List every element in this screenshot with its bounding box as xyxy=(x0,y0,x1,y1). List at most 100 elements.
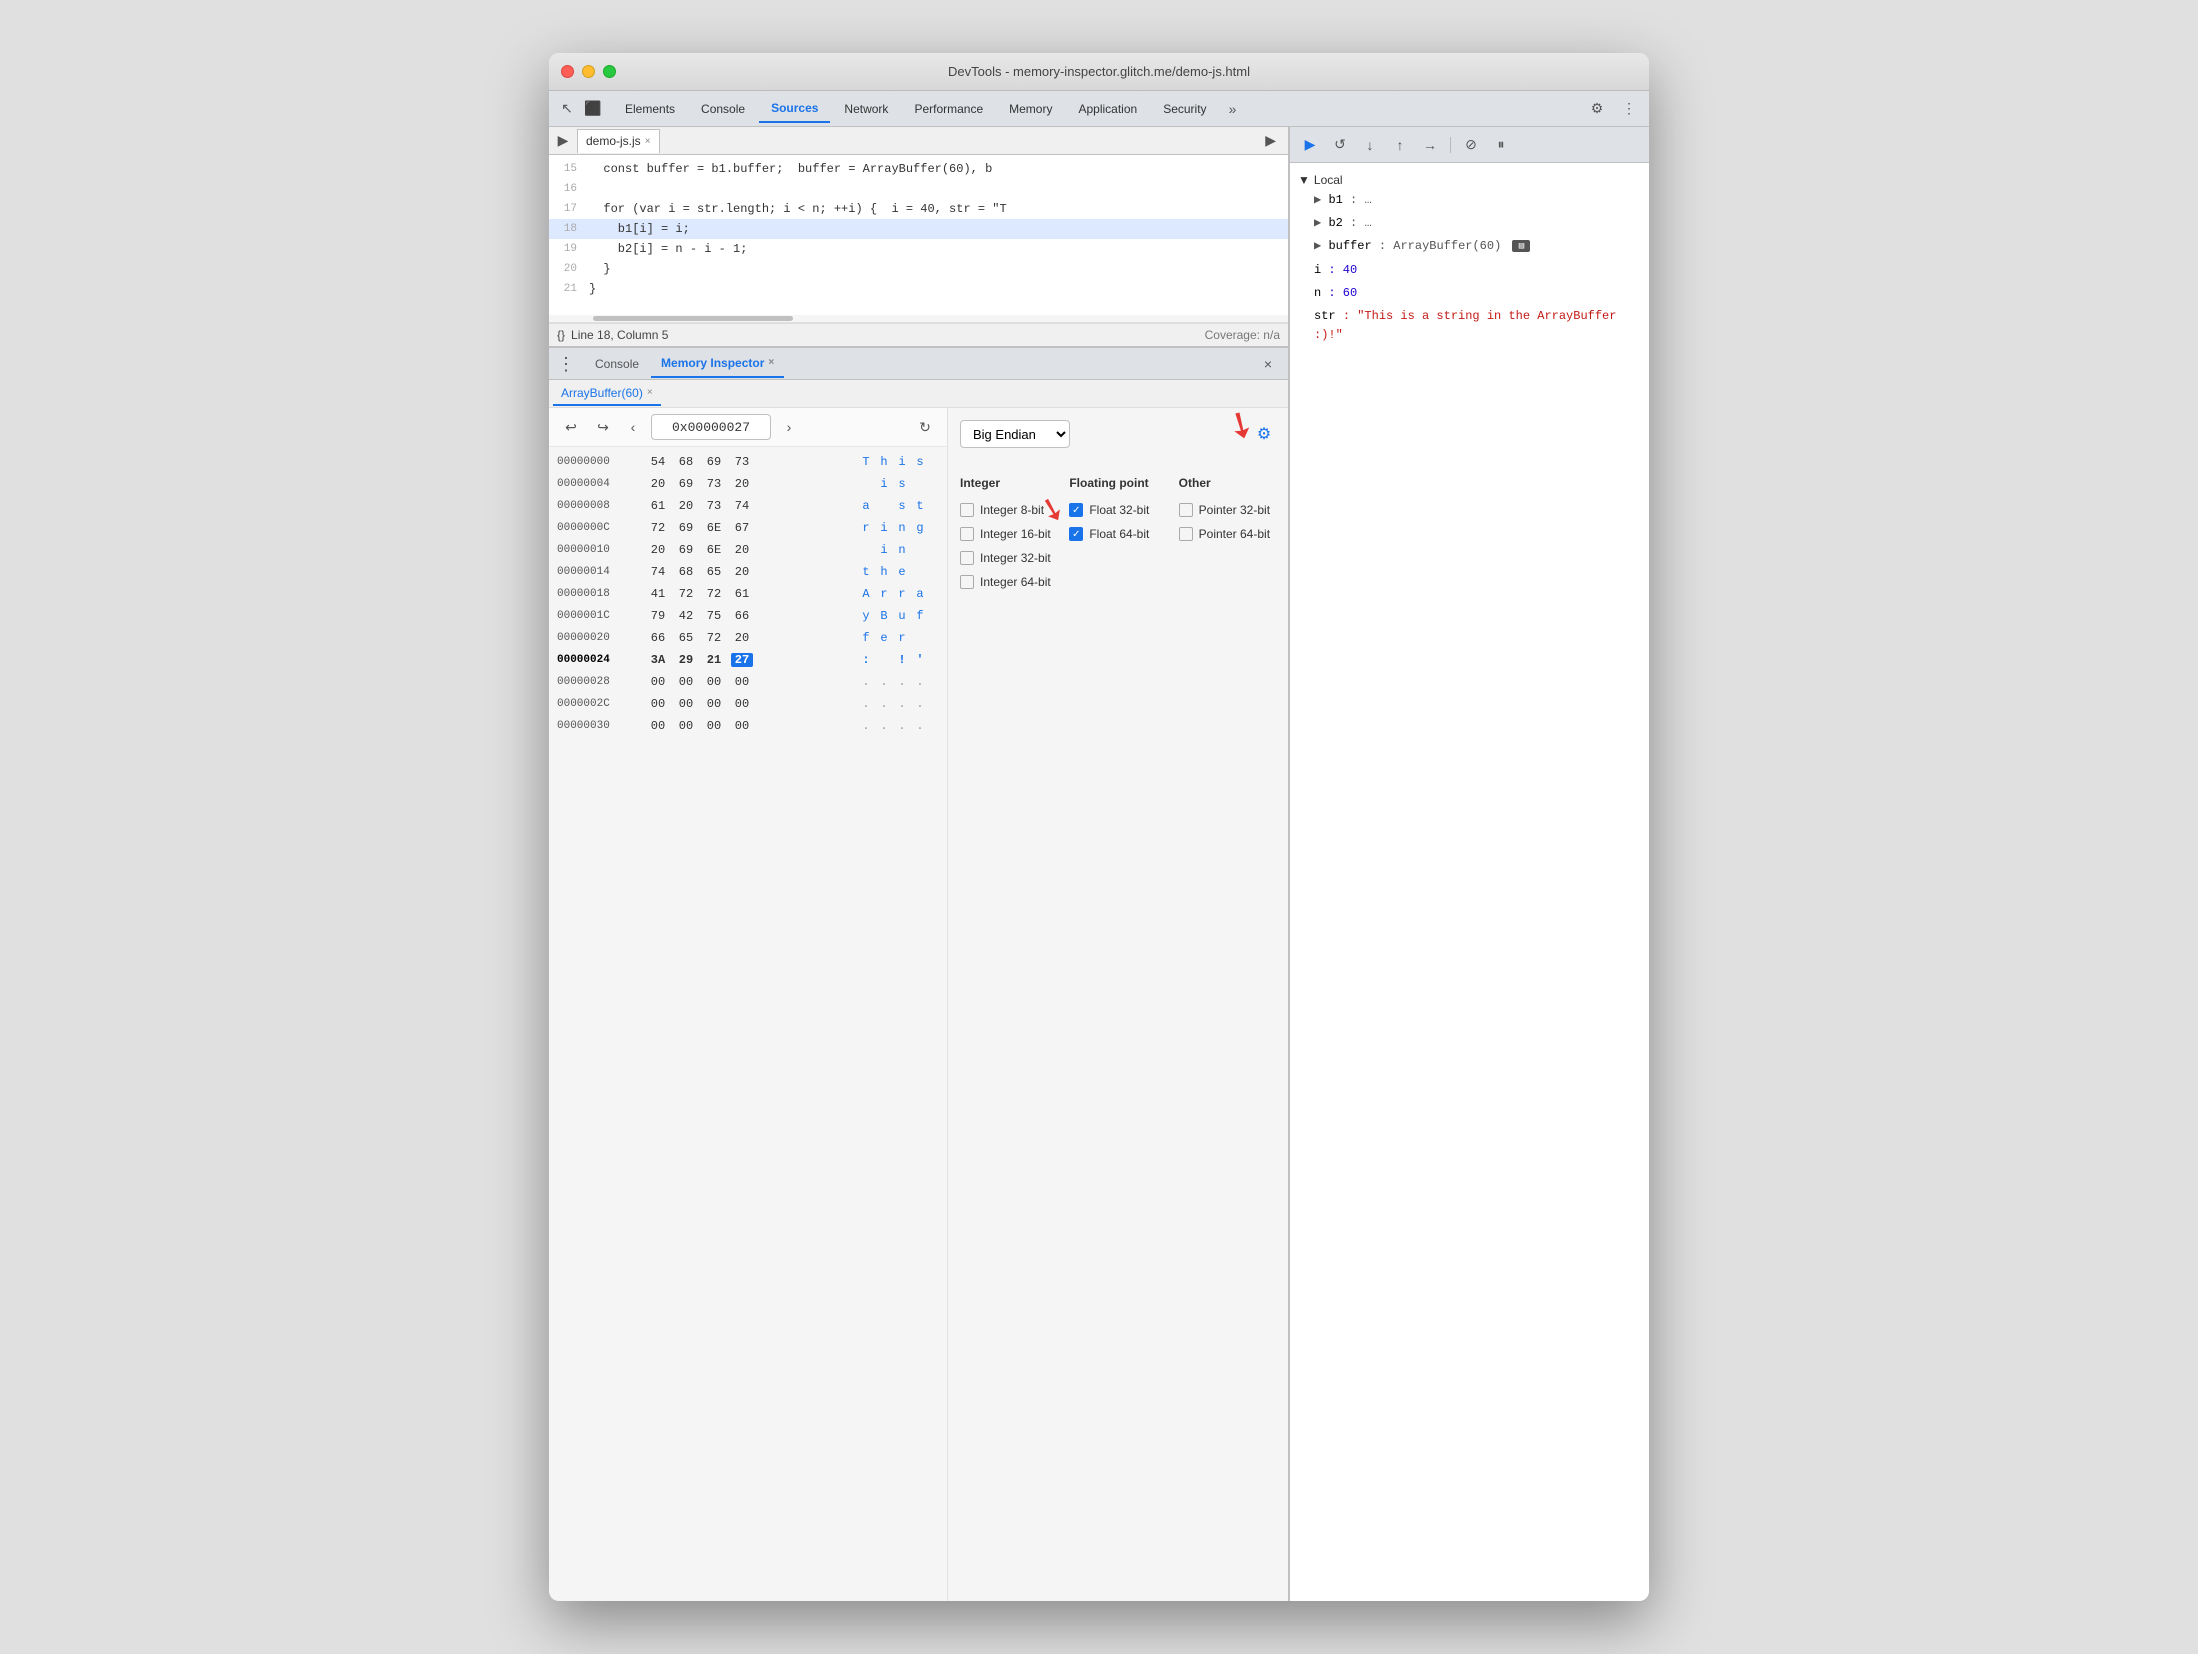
hex-byte[interactable]: 74 xyxy=(647,565,669,579)
hex-row[interactable]: 0000000861207374a st xyxy=(549,495,947,517)
hex-row[interactable]: 0000002C00000000.... xyxy=(549,693,947,715)
hex-row[interactable]: 0000000C72696E67ring xyxy=(549,517,947,539)
step-into-button[interactable]: ↓ xyxy=(1358,133,1382,157)
hex-row[interactable]: 0000001020696E20 in xyxy=(549,539,947,561)
hex-byte[interactable]: 67 xyxy=(731,521,753,535)
hex-byte[interactable]: 00 xyxy=(731,675,753,689)
hex-byte[interactable]: 00 xyxy=(731,697,753,711)
step-out-button[interactable]: ↑ xyxy=(1388,133,1412,157)
hex-byte[interactable]: 72 xyxy=(647,521,669,535)
buffer-expand-icon[interactable]: ▶ xyxy=(1314,239,1328,253)
hex-byte[interactable]: 61 xyxy=(647,499,669,513)
hex-row[interactable]: 0000001474686520the xyxy=(549,561,947,583)
redo-button[interactable]: ↪ xyxy=(591,415,615,439)
hex-byte[interactable]: 41 xyxy=(647,587,669,601)
addr-prev-button[interactable]: ‹ xyxy=(623,415,643,439)
hex-byte[interactable]: 65 xyxy=(703,565,725,579)
buffer-tab-close-icon[interactable]: × xyxy=(647,387,653,398)
more-tabs-button[interactable]: » xyxy=(1221,101,1245,117)
hex-row[interactable]: 0000001C79427566yBuf xyxy=(549,605,947,627)
resume-button[interactable]: ▶ xyxy=(1298,133,1322,157)
tab-console[interactable]: Console xyxy=(689,95,757,123)
bottom-tab-console[interactable]: Console xyxy=(585,350,649,378)
hex-byte[interactable]: 00 xyxy=(703,719,725,733)
hex-byte[interactable]: 00 xyxy=(703,697,725,711)
hex-byte[interactable]: 20 xyxy=(647,477,669,491)
hex-byte[interactable]: 79 xyxy=(647,609,669,623)
hex-byte[interactable]: 69 xyxy=(675,477,697,491)
bottom-tab-memory-inspector[interactable]: Memory Inspector × xyxy=(651,350,784,378)
tab-elements[interactable]: Elements xyxy=(613,95,687,123)
hex-byte[interactable]: 6E xyxy=(703,543,725,557)
more-options-icon[interactable]: ⋮ xyxy=(1617,97,1641,121)
hex-byte[interactable]: 66 xyxy=(647,631,669,645)
bottom-tab-menu-icon[interactable]: ⋮ xyxy=(557,355,575,373)
buffer-tab-arraybuffer[interactable]: ArrayBuffer(60) × xyxy=(553,382,661,406)
hex-byte[interactable]: 20 xyxy=(731,477,753,491)
hex-byte[interactable]: 27 xyxy=(731,653,753,667)
memory-icon[interactable]: ▤ xyxy=(1512,240,1530,252)
minimize-button[interactable] xyxy=(582,65,595,78)
hex-byte[interactable]: 00 xyxy=(647,697,669,711)
refresh-button[interactable]: ↻ xyxy=(913,415,937,439)
hex-byte[interactable]: 20 xyxy=(647,543,669,557)
hex-byte[interactable]: 65 xyxy=(675,631,697,645)
int16-checkbox[interactable] xyxy=(960,527,974,541)
hex-row[interactable]: 0000002800000000.... xyxy=(549,671,947,693)
int8-checkbox[interactable] xyxy=(960,503,974,517)
hex-byte[interactable]: 54 xyxy=(647,455,669,469)
address-input[interactable] xyxy=(651,414,771,440)
maximize-button[interactable] xyxy=(603,65,616,78)
tab-security[interactable]: Security xyxy=(1151,95,1218,123)
tab-performance[interactable]: Performance xyxy=(902,95,995,123)
scroll-thumb[interactable] xyxy=(593,316,793,321)
drawer-icon[interactable]: ⬛ xyxy=(583,99,603,119)
hex-byte[interactable]: 00 xyxy=(703,675,725,689)
section-collapse-icon[interactable]: ▼ xyxy=(1298,173,1310,187)
addr-next-button[interactable]: › xyxy=(779,415,799,439)
hex-byte[interactable]: 66 xyxy=(731,609,753,623)
float64-checkbox[interactable] xyxy=(1069,527,1083,541)
hex-byte[interactable]: 72 xyxy=(675,587,697,601)
hex-row[interactable]: 0000003000000000.... xyxy=(549,715,947,737)
tab-application[interactable]: Application xyxy=(1066,95,1149,123)
int64-checkbox[interactable] xyxy=(960,575,974,589)
file-tab-close-icon[interactable]: × xyxy=(645,136,651,147)
hex-row[interactable]: 0000000420697320 is xyxy=(549,473,947,495)
hex-byte[interactable]: 72 xyxy=(703,587,725,601)
hex-byte[interactable]: 75 xyxy=(703,609,725,623)
hex-byte[interactable]: 00 xyxy=(675,719,697,733)
step-over-button[interactable]: ↺ xyxy=(1328,133,1352,157)
hex-byte[interactable]: 20 xyxy=(731,543,753,557)
hex-byte[interactable]: 00 xyxy=(647,675,669,689)
hex-byte[interactable]: 29 xyxy=(675,653,697,667)
hex-byte[interactable]: 00 xyxy=(647,719,669,733)
ptr64-checkbox[interactable] xyxy=(1179,527,1193,541)
b2-expand-icon[interactable]: ▶ xyxy=(1314,216,1328,230)
deactivate-breakpoints-button[interactable]: ⊘ xyxy=(1459,133,1483,157)
hex-byte[interactable]: 00 xyxy=(731,719,753,733)
settings-icon[interactable]: ⚙ xyxy=(1585,97,1609,121)
close-button[interactable] xyxy=(561,65,574,78)
tab-memory[interactable]: Memory xyxy=(997,95,1064,123)
hex-row[interactable]: 0000001841727261Arra xyxy=(549,583,947,605)
hex-byte[interactable]: 6E xyxy=(703,521,725,535)
hex-byte[interactable]: 3A xyxy=(647,653,669,667)
cursor-icon[interactable]: ↖ xyxy=(557,99,577,119)
hex-byte[interactable]: 42 xyxy=(675,609,697,623)
b1-expand-icon[interactable]: ▶ xyxy=(1314,193,1328,207)
hex-byte[interactable]: 73 xyxy=(731,455,753,469)
ptr32-checkbox[interactable] xyxy=(1179,503,1193,517)
file-play-icon[interactable]: ▶ xyxy=(553,131,573,151)
hex-byte[interactable]: 20 xyxy=(731,631,753,645)
hex-byte[interactable]: 20 xyxy=(731,565,753,579)
hex-byte[interactable]: 00 xyxy=(675,697,697,711)
hex-byte[interactable]: 61 xyxy=(731,587,753,601)
int32-checkbox[interactable] xyxy=(960,551,974,565)
float32-checkbox[interactable] xyxy=(1069,503,1083,517)
hex-byte[interactable]: 72 xyxy=(703,631,725,645)
code-area[interactable]: 15 const buffer = b1.buffer; buffer = Ar… xyxy=(549,155,1288,315)
hex-row[interactable]: 0000002066657220fer xyxy=(549,627,947,649)
hex-byte[interactable]: 69 xyxy=(703,455,725,469)
value-inspector-settings-icon[interactable]: ⚙ xyxy=(1252,422,1276,446)
